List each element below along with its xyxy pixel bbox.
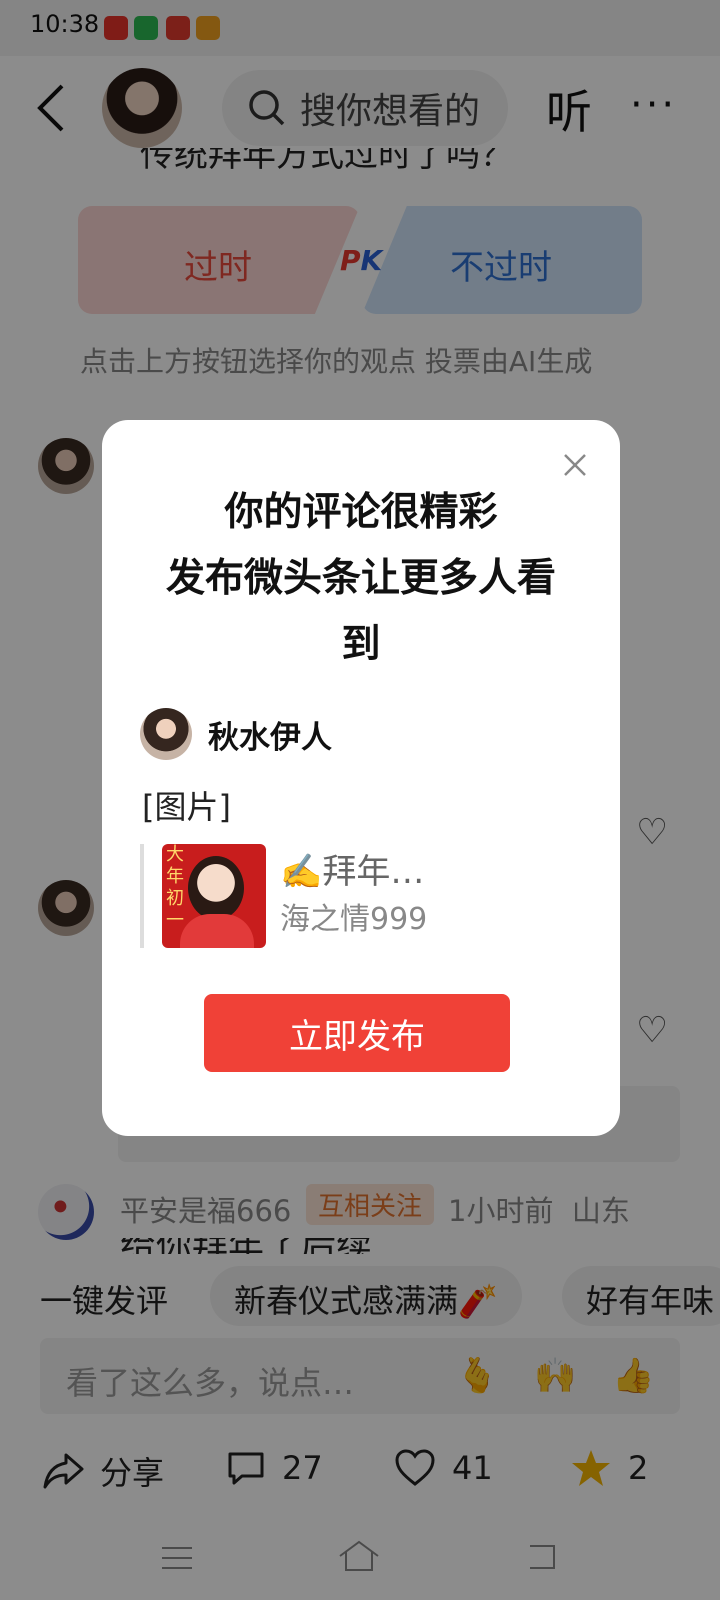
thumbnail-face xyxy=(188,856,244,920)
dialog-avatar xyxy=(140,708,192,760)
quoted-article-title: ✍️拜年… xyxy=(280,852,425,892)
dialog-title: 你的评论很精彩 发布微头条让更多人看 到 xyxy=(165,490,556,667)
close-icon[interactable] xyxy=(560,450,590,480)
publish-dialog: 你的评论很精彩 发布微头条让更多人看 到 秋水伊人 [图片] 大年初一 ✍️拜年… xyxy=(102,420,620,1136)
dialog-username: 秋水伊人 xyxy=(208,720,332,756)
image-placeholder-label: [图片] xyxy=(142,788,231,826)
quoted-article-thumbnail: 大年初一 xyxy=(162,844,266,948)
publish-now-button[interactable]: 立即发布 xyxy=(204,994,510,1072)
thumbnail-text: 大年初一 xyxy=(166,844,184,931)
thumbnail-body xyxy=(180,914,254,948)
quoted-article-author: 海之情999 xyxy=(280,902,428,937)
quote-bar xyxy=(140,844,144,948)
